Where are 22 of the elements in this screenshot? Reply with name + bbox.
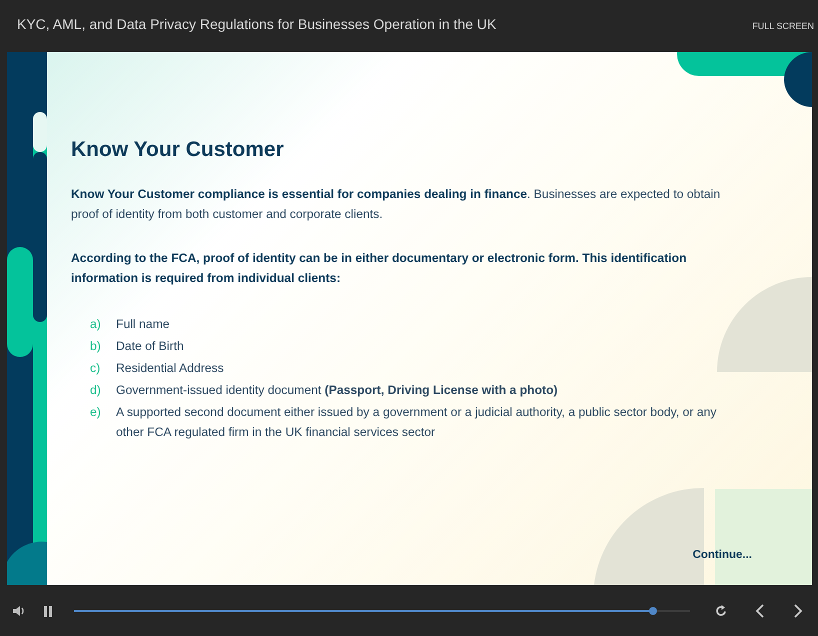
full-screen-button[interactable]: FULL SCREEN: [752, 21, 814, 31]
progress-thumb[interactable]: [649, 606, 658, 614]
list-item-text: Full name: [116, 316, 171, 333]
volume-icon[interactable]: [12, 604, 26, 618]
list-item-text: Government-issued identity document (Passport, Driving License with a photo): [116, 382, 559, 399]
continue-link[interactable]: Continue...: [692, 549, 752, 561]
list-marker: e): [90, 404, 102, 421]
list-item-text: Residential Address: [116, 360, 225, 377]
list-marker: a): [90, 316, 102, 333]
list-item-text: A supported second document either issued by a government or a judicial authority, a public sector body, or any other FCA regulated firm in the UK financial services sector: [116, 404, 718, 441]
replay-icon[interactable]: [714, 604, 728, 618]
lead-paragraph: According to the FCA, proof of identity can be in either documentary or electronic form. This identification information is required from individual clients:: [71, 250, 688, 287]
pause-icon[interactable]: [42, 604, 54, 618]
previous-icon[interactable]: [754, 604, 766, 618]
intro-paragraph: Know Your Customer compliance is essential for companies dealing in finance. Businesses are expected to obtain proof of identity from both customer and corporate clients.: [71, 186, 722, 223]
list-marker: c): [90, 360, 102, 377]
list-item-text: Date of Birth: [116, 338, 185, 355]
list-marker: b): [90, 338, 102, 355]
list-marker: d): [90, 382, 102, 399]
slide-heading: Know Your Customer: [71, 138, 285, 162]
next-icon[interactable]: [792, 604, 804, 618]
course-title: KYC, AML, and Data Privacy Regulations for Businesses Operation in the UK: [17, 16, 496, 32]
